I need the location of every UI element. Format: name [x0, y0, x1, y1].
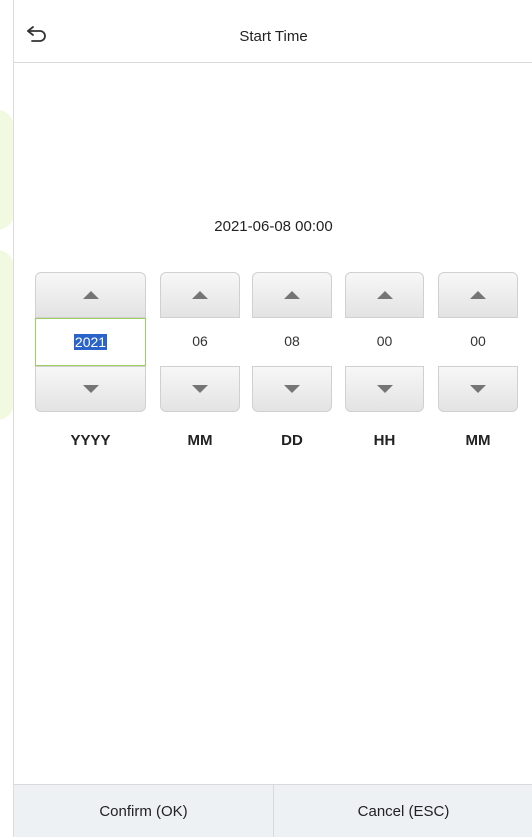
day-decrement-button[interactable]	[252, 366, 332, 412]
minute-decrement-button[interactable]	[438, 366, 518, 412]
minute-value: 00	[470, 333, 486, 349]
arrow-up-icon	[284, 291, 300, 299]
day-picker: 08	[252, 272, 332, 412]
month-picker: 06	[160, 272, 240, 412]
hour-picker: 00	[345, 272, 424, 412]
arrow-up-icon	[376, 291, 393, 299]
minute-field[interactable]: 00	[438, 318, 518, 366]
year-increment-button[interactable]	[35, 272, 146, 318]
confirm-button[interactable]: Confirm (OK)	[14, 785, 273, 837]
month-unit-label: MM	[187, 432, 213, 449]
hour-decrement-button[interactable]	[345, 366, 424, 412]
month-field[interactable]: 06	[160, 318, 240, 366]
arrow-down-icon	[192, 385, 208, 393]
arrow-up-icon	[192, 291, 208, 299]
back-button[interactable]	[22, 19, 52, 49]
month-increment-button[interactable]	[160, 272, 240, 318]
year-unit-label: YYYY	[70, 432, 111, 449]
day-increment-button[interactable]	[252, 272, 332, 318]
day-value: 08	[284, 333, 300, 349]
month-value: 06	[192, 333, 208, 349]
hour-value: 00	[376, 333, 393, 349]
cancel-button[interactable]: Cancel (ESC)	[273, 785, 532, 837]
minute-increment-button[interactable]	[438, 272, 518, 318]
arrow-up-icon	[82, 291, 99, 299]
arrow-down-icon	[284, 385, 300, 393]
back-arrow-icon	[27, 26, 46, 42]
hour-unit-label: HH	[373, 432, 396, 449]
year-value: 2021	[73, 334, 108, 350]
minute-picker: 00	[438, 272, 518, 412]
screen-frame: Start Time 2021-06-08 00:00 2021 06 08 0…	[13, 0, 532, 837]
arrow-down-icon	[376, 385, 393, 393]
minute-unit-label: MM	[465, 432, 491, 449]
day-field[interactable]: 08	[252, 318, 332, 366]
arrow-down-icon	[82, 385, 99, 393]
decorative-smudge	[0, 250, 14, 420]
hour-increment-button[interactable]	[345, 272, 424, 318]
arrow-down-icon	[470, 385, 486, 393]
hour-field[interactable]: 00	[345, 318, 424, 366]
month-decrement-button[interactable]	[160, 366, 240, 412]
decorative-smudge	[0, 110, 14, 230]
year-decrement-button[interactable]	[35, 366, 146, 412]
year-field[interactable]: 2021	[35, 318, 146, 366]
arrow-up-icon	[470, 291, 486, 299]
day-unit-label: DD	[281, 432, 303, 449]
header: Start Time	[14, 0, 532, 63]
year-picker: 2021	[35, 272, 146, 412]
footer: Confirm (OK) Cancel (ESC)	[14, 784, 532, 837]
page-title: Start Time	[239, 28, 308, 45]
datetime-display: 2021-06-08 00:00	[214, 218, 333, 235]
